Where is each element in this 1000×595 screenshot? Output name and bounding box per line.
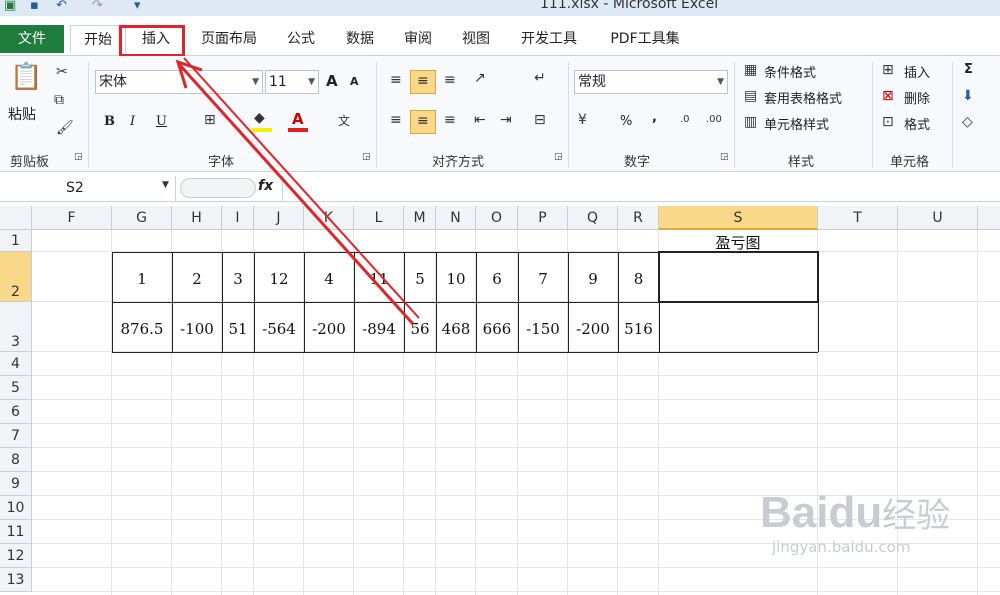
baidu-watermark: Baidu经验 jingyan.baidu.com [760, 488, 950, 556]
watermark-brand-cn: 经验 [882, 496, 951, 536]
arrow-shaft-outline [183, 57, 420, 319]
watermark-brand: Bai [760, 488, 829, 537]
watermark-url: jingyan.baidu.com [772, 538, 911, 556]
watermark-brand-suffix: du [828, 488, 883, 537]
arrow-shaft [176, 61, 415, 326]
